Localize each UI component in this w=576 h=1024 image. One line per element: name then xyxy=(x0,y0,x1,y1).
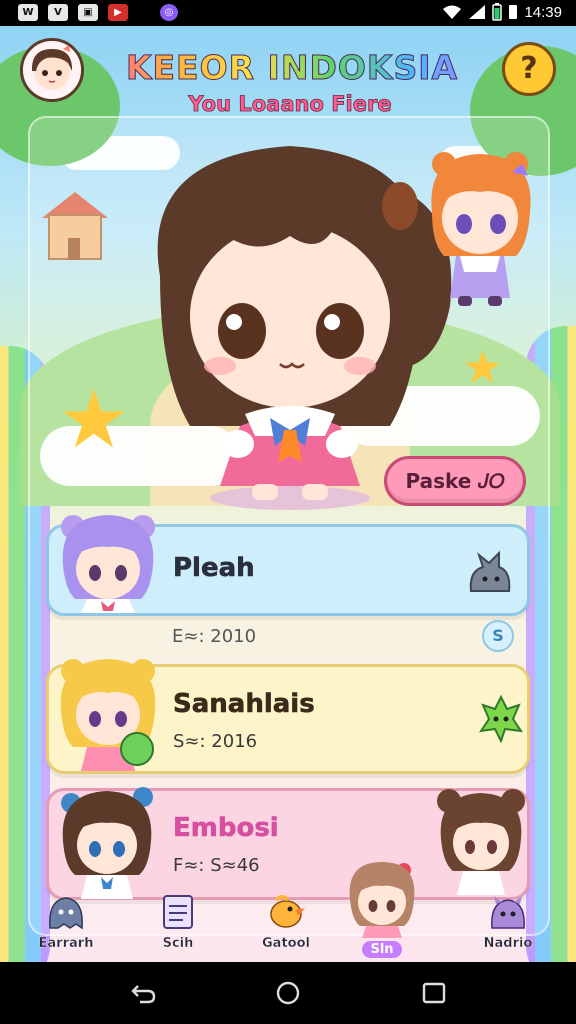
question-mark-icon: ? xyxy=(520,51,538,86)
purple-hair-character-avatar xyxy=(61,515,155,613)
character-card-pleah[interactable]: Pleah xyxy=(46,515,530,616)
status-bar: W V ▣ ▶ ◎ 14:39 xyxy=(0,0,576,26)
nav-label: Scih xyxy=(162,936,194,951)
wb-notification-icon: W xyxy=(18,4,38,21)
battery-icon xyxy=(492,3,503,21)
card-subtitle: S≈: 2016 xyxy=(173,731,258,752)
card-title: Embosi xyxy=(173,813,279,844)
card-title: Pleah xyxy=(173,553,255,584)
recents-icon[interactable] xyxy=(421,980,447,1006)
nav-item-scih[interactable]: Scih xyxy=(138,894,218,958)
bird-pet-icon xyxy=(270,895,305,928)
app-subtitle: You Loaano Fiere xyxy=(188,92,392,117)
green-leaf-creature-icon xyxy=(479,694,523,743)
home-icon[interactable] xyxy=(275,980,301,1006)
image-notification-icon: ▣ xyxy=(78,4,98,21)
card-title: Sanahlais xyxy=(173,689,315,720)
messenger-notification-icon: ◎ xyxy=(160,4,178,21)
character-card-sanahlais[interactable]: Sanahlais S≈: 2016 xyxy=(46,659,530,774)
nav-label: Earrarh xyxy=(38,936,94,951)
nav-label: Sln xyxy=(362,941,402,958)
nav-label: Nadrio xyxy=(483,936,533,951)
clock: 14:39 xyxy=(524,3,562,21)
notification-icons: W V ▣ ▶ ◎ xyxy=(18,4,178,21)
app-screen: KEEOR INDOKSIA You Loaano Fiere ? ★ ★ Pa… xyxy=(0,26,576,962)
blonde-character-avatar xyxy=(60,659,156,771)
notepad-icon xyxy=(163,895,193,929)
orange-hair-character-illustration xyxy=(431,152,531,306)
brown-hair-character-avatar xyxy=(61,787,153,899)
info-button[interactable]: S xyxy=(482,620,514,652)
wifi-icon xyxy=(443,5,462,19)
youtube-notification-icon: ▶ xyxy=(108,4,128,21)
nav-item-gatool[interactable]: Gatool xyxy=(246,894,326,958)
system-indicators: 14:39 xyxy=(442,3,562,21)
bottom-navigation: Earrarh Scih Gatool Sln Nadrio xyxy=(0,862,576,962)
chibi-girl-icon xyxy=(349,862,415,938)
play-button[interactable]: Paske 𝐽𝑂 xyxy=(384,456,526,506)
star-decoration: ★ xyxy=(58,373,130,466)
bear-ear-character-avatar xyxy=(437,789,525,895)
card-subtitle: F≈: S≈46 xyxy=(173,855,260,876)
nav-item-sln[interactable]: Sln xyxy=(342,858,422,958)
system-navigation-bar xyxy=(0,962,576,1024)
help-button[interactable]: ? xyxy=(502,42,556,96)
purple-pet-icon xyxy=(491,896,525,929)
profile-avatar-button[interactable] xyxy=(20,38,84,102)
back-icon[interactable] xyxy=(130,980,156,1006)
character-card-embosi[interactable]: Embosi F≈: S≈46 xyxy=(46,787,530,900)
star-decoration: ★ xyxy=(462,340,504,394)
signal-icon xyxy=(469,5,486,19)
nav-item-nadrio[interactable]: Nadrio xyxy=(468,894,548,958)
v-notification-icon: V xyxy=(48,4,68,21)
profile-avatar-icon xyxy=(23,41,81,99)
sim-icon xyxy=(509,5,518,19)
nav-item-earrarh[interactable]: Earrarh xyxy=(26,894,106,958)
app-title: KEEOR INDOKSIA xyxy=(92,48,492,88)
gray-cat-icon xyxy=(469,550,511,592)
card-subtitle: E≈: 2010 xyxy=(172,626,257,647)
ghost-pet-icon xyxy=(49,897,83,930)
nav-label: Gatool xyxy=(262,936,310,951)
